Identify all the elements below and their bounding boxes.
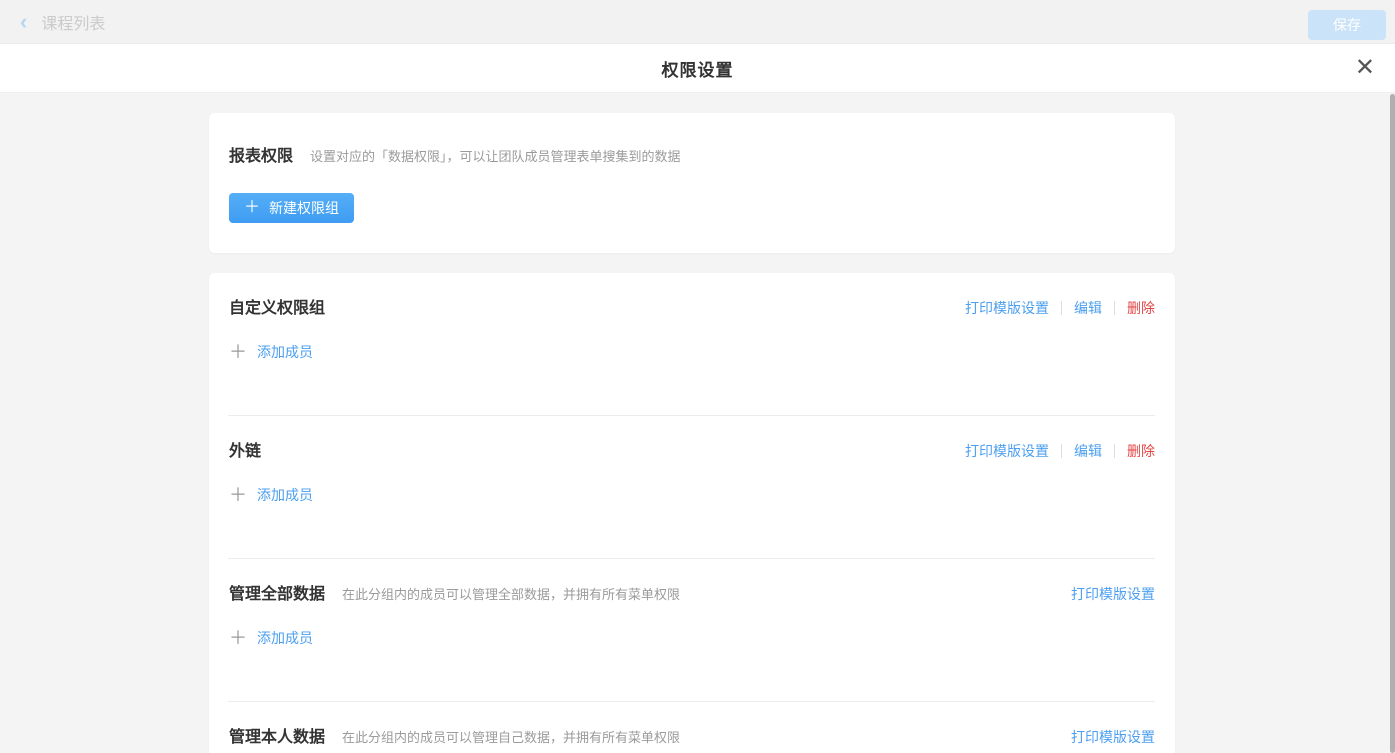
action-separator (1061, 444, 1062, 458)
app-topbar: ‹ 课程列表 保存 (0, 0, 1395, 44)
print-template-settings-link[interactable]: 打印模版设置 (965, 298, 1049, 318)
report-permissions-card: 报表权限 设置对应的「数据权限」，可以让团队成员管理表单搜集到的数据 ＋ 新建权… (209, 113, 1175, 253)
delete-link[interactable]: 删除 (1127, 298, 1155, 318)
add-member-button[interactable]: ＋ 添加成员 (229, 342, 313, 362)
add-member-label: 添加成员 (257, 485, 313, 505)
group-title: 自定义权限组 (229, 294, 325, 318)
back-chevron-icon: ‹ (20, 11, 27, 33)
action-separator (1114, 444, 1115, 458)
edit-link[interactable]: 编辑 (1074, 298, 1102, 318)
new-permission-group-label: 新建权限组 (269, 198, 339, 218)
close-icon[interactable]: ✕ (1351, 52, 1379, 84)
group-description: 在此分组内的成员可以管理全部数据，并拥有所有菜单权限 (342, 584, 680, 603)
action-separator (1114, 301, 1115, 315)
permission-group-section-external-link: 外链 打印模版设置 编辑 删除 ＋ 添加成员 (209, 416, 1175, 559)
permission-group-section-manage-all-data: 管理全部数据 在此分组内的成员可以管理全部数据，并拥有所有菜单权限 打印模版设置… (209, 559, 1175, 702)
group-title: 管理全部数据 (229, 580, 325, 604)
plus-icon: ＋ (229, 629, 247, 647)
permission-group-section-custom: 自定义权限组 打印模版设置 编辑 删除 ＋ 添加成员 (209, 273, 1175, 416)
add-member-label: 添加成员 (257, 342, 313, 362)
add-member-label: 添加成员 (257, 628, 313, 648)
edit-link[interactable]: 编辑 (1074, 441, 1102, 461)
report-permissions-title: 报表权限 (229, 142, 293, 166)
vertical-scrollbar[interactable] (1390, 94, 1395, 753)
save-button[interactable]: 保存 (1308, 10, 1386, 40)
delete-link[interactable]: 删除 (1127, 441, 1155, 461)
print-template-settings-link[interactable]: 打印模版设置 (1071, 584, 1155, 604)
add-member-button[interactable]: ＋ 添加成员 (229, 628, 313, 648)
new-permission-group-button[interactable]: ＋ 新建权限组 (229, 193, 354, 223)
back-button[interactable]: ‹ 课程列表 (20, 0, 105, 44)
modal-header: 权限设置 ✕ (0, 44, 1395, 93)
group-title: 外链 (229, 437, 261, 461)
action-separator (1061, 301, 1062, 315)
back-label: 课程列表 (41, 10, 105, 34)
report-permissions-description: 设置对应的「数据权限」，可以让团队成员管理表单搜集到的数据 (310, 146, 681, 165)
permission-groups-card: 自定义权限组 打印模版设置 编辑 删除 ＋ 添加成员 外 (209, 273, 1175, 753)
group-title: 管理本人数据 (229, 723, 325, 747)
group-description: 在此分组内的成员可以管理自己数据，并拥有所有菜单权限 (342, 727, 680, 746)
plus-icon: ＋ (244, 200, 260, 216)
plus-icon: ＋ (229, 486, 247, 504)
add-member-button[interactable]: ＋ 添加成员 (229, 485, 313, 505)
plus-icon: ＋ (229, 343, 247, 361)
permission-group-section-manage-own-data: 管理本人数据 在此分组内的成员可以管理自己数据，并拥有所有菜单权限 打印模版设置 (209, 702, 1175, 753)
modal-title: 权限设置 (662, 56, 734, 81)
modal-body: 报表权限 设置对应的「数据权限」，可以让团队成员管理表单搜集到的数据 ＋ 新建权… (0, 93, 1395, 753)
print-template-settings-link[interactable]: 打印模版设置 (1071, 727, 1155, 747)
print-template-settings-link[interactable]: 打印模版设置 (965, 441, 1049, 461)
